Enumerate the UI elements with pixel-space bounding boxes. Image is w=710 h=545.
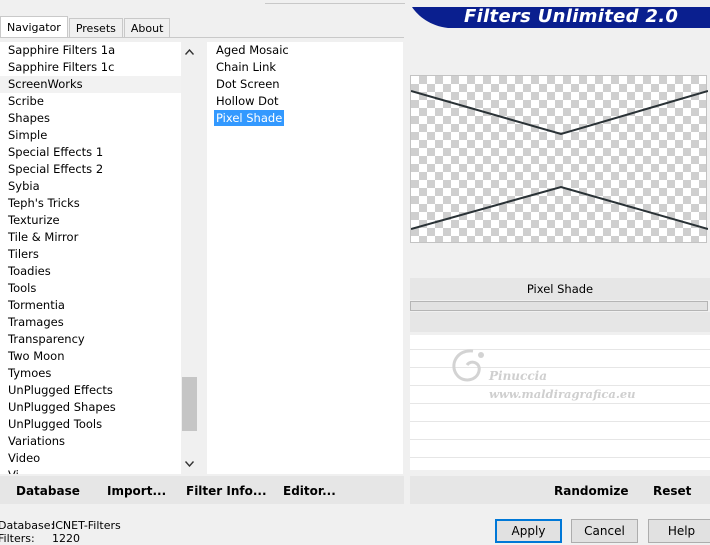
category-item[interactable]: Tilers xyxy=(0,246,181,263)
category-item[interactable]: Shapes xyxy=(0,110,181,127)
filter-item[interactable]: Chain Link xyxy=(207,59,403,76)
filter-item-selected[interactable]: Pixel Shade xyxy=(207,110,403,127)
category-scrollbar[interactable] xyxy=(181,42,198,474)
tab-navigator[interactable]: Navigator xyxy=(0,16,68,37)
category-item[interactable]: Tools xyxy=(0,280,181,297)
chevron-down-icon[interactable] xyxy=(181,456,198,473)
filter-item-label: Aged Mosaic xyxy=(216,43,289,57)
selected-filter-label: Pixel Shade xyxy=(410,278,710,300)
preview-lines xyxy=(411,90,708,230)
filter-item[interactable]: Dot Screen xyxy=(207,76,403,93)
category-item[interactable]: Teph's Tricks xyxy=(0,195,181,212)
editor-button[interactable]: Editor... xyxy=(283,484,336,498)
watermark: Pinuccia www.maldiragrafica.eu xyxy=(445,345,675,405)
category-item[interactable]: Sapphire Filters 1a xyxy=(0,42,181,59)
category-item[interactable]: ScreenWorks xyxy=(0,76,181,93)
scroll-thumb[interactable] xyxy=(182,377,197,431)
category-item[interactable]: Tile & Mirror xyxy=(0,229,181,246)
filter-item[interactable]: Hollow Dot xyxy=(207,93,403,110)
category-item[interactable]: Video xyxy=(0,450,181,467)
reset-button[interactable]: Reset xyxy=(653,484,691,498)
category-item[interactable]: Two Moon xyxy=(0,348,181,365)
filter-item-label: Dot Screen xyxy=(216,77,280,91)
category-item[interactable]: UnPlugged Tools xyxy=(0,416,181,433)
filter-info-button[interactable]: Filter Info... xyxy=(186,484,267,498)
category-item[interactable]: Special Effects 1 xyxy=(0,144,181,161)
filters-info-value: 1220 xyxy=(52,532,80,545)
category-item[interactable]: Vi... xyxy=(0,467,181,474)
category-item[interactable]: Sapphire Filters 1c xyxy=(0,59,181,76)
tab-presets[interactable]: Presets xyxy=(68,18,123,37)
category-item[interactable]: Sybia xyxy=(0,178,181,195)
parameter-slider[interactable] xyxy=(410,301,708,311)
filter-item-label: Pixel Shade xyxy=(214,110,285,126)
category-item[interactable]: Scribe xyxy=(0,93,181,110)
chevron-up-icon[interactable] xyxy=(181,44,198,61)
category-item[interactable]: Special Effects 2 xyxy=(0,161,181,178)
app-banner: Filters Unlimited 2.0 xyxy=(412,0,710,30)
database-info-value: ICNET-Filters xyxy=(52,519,121,532)
database-info-label: Database: xyxy=(0,519,55,532)
filter-item-label: Chain Link xyxy=(216,60,277,74)
filter-item[interactable]: Aged Mosaic xyxy=(207,42,403,59)
tab-about[interactable]: About xyxy=(123,18,171,37)
category-item[interactable]: Tramages xyxy=(0,314,181,331)
help-button[interactable]: Help xyxy=(648,519,710,543)
category-item[interactable]: Toadies xyxy=(0,263,181,280)
app-title: Filters Unlimited 2.0 xyxy=(464,6,679,27)
watermark-name: Pinuccia xyxy=(489,369,547,383)
swirl-icon xyxy=(452,349,484,382)
randomize-button[interactable]: Randomize xyxy=(554,484,628,498)
category-list[interactable]: Sapphire Filters 1a Sapphire Filters 1c Sc… xyxy=(0,42,181,474)
tab-divider xyxy=(0,37,404,38)
filter-list[interactable]: Aged Mosaic Chain Link Dot Screen Hollow Do… xyxy=(207,42,403,474)
filters-info-label: Filters: xyxy=(0,532,35,545)
watermark-url: www.maldiragrafica.eu xyxy=(489,387,636,401)
category-item[interactable]: UnPlugged Effects xyxy=(0,382,181,399)
category-item[interactable]: Variations xyxy=(0,433,181,450)
category-item[interactable]: UnPlugged Shapes xyxy=(0,399,181,416)
cancel-button[interactable]: Cancel xyxy=(571,519,638,543)
category-item[interactable]: Tymoes xyxy=(0,365,181,382)
category-item[interactable]: Texturize xyxy=(0,212,181,229)
category-item[interactable]: Tormentia xyxy=(0,297,181,314)
import-button[interactable]: Import... xyxy=(107,484,166,498)
filter-item-label: Hollow Dot xyxy=(216,94,279,108)
category-item[interactable]: Transparency xyxy=(0,331,181,348)
preview-image xyxy=(410,75,708,243)
apply-button[interactable]: Apply xyxy=(495,519,562,543)
control-area xyxy=(410,312,710,332)
category-item[interactable]: Simple xyxy=(0,127,181,144)
top-divider xyxy=(265,0,405,4)
database-button[interactable]: Database xyxy=(16,484,80,498)
tab-strip: Navigator Presets About xyxy=(0,16,171,38)
